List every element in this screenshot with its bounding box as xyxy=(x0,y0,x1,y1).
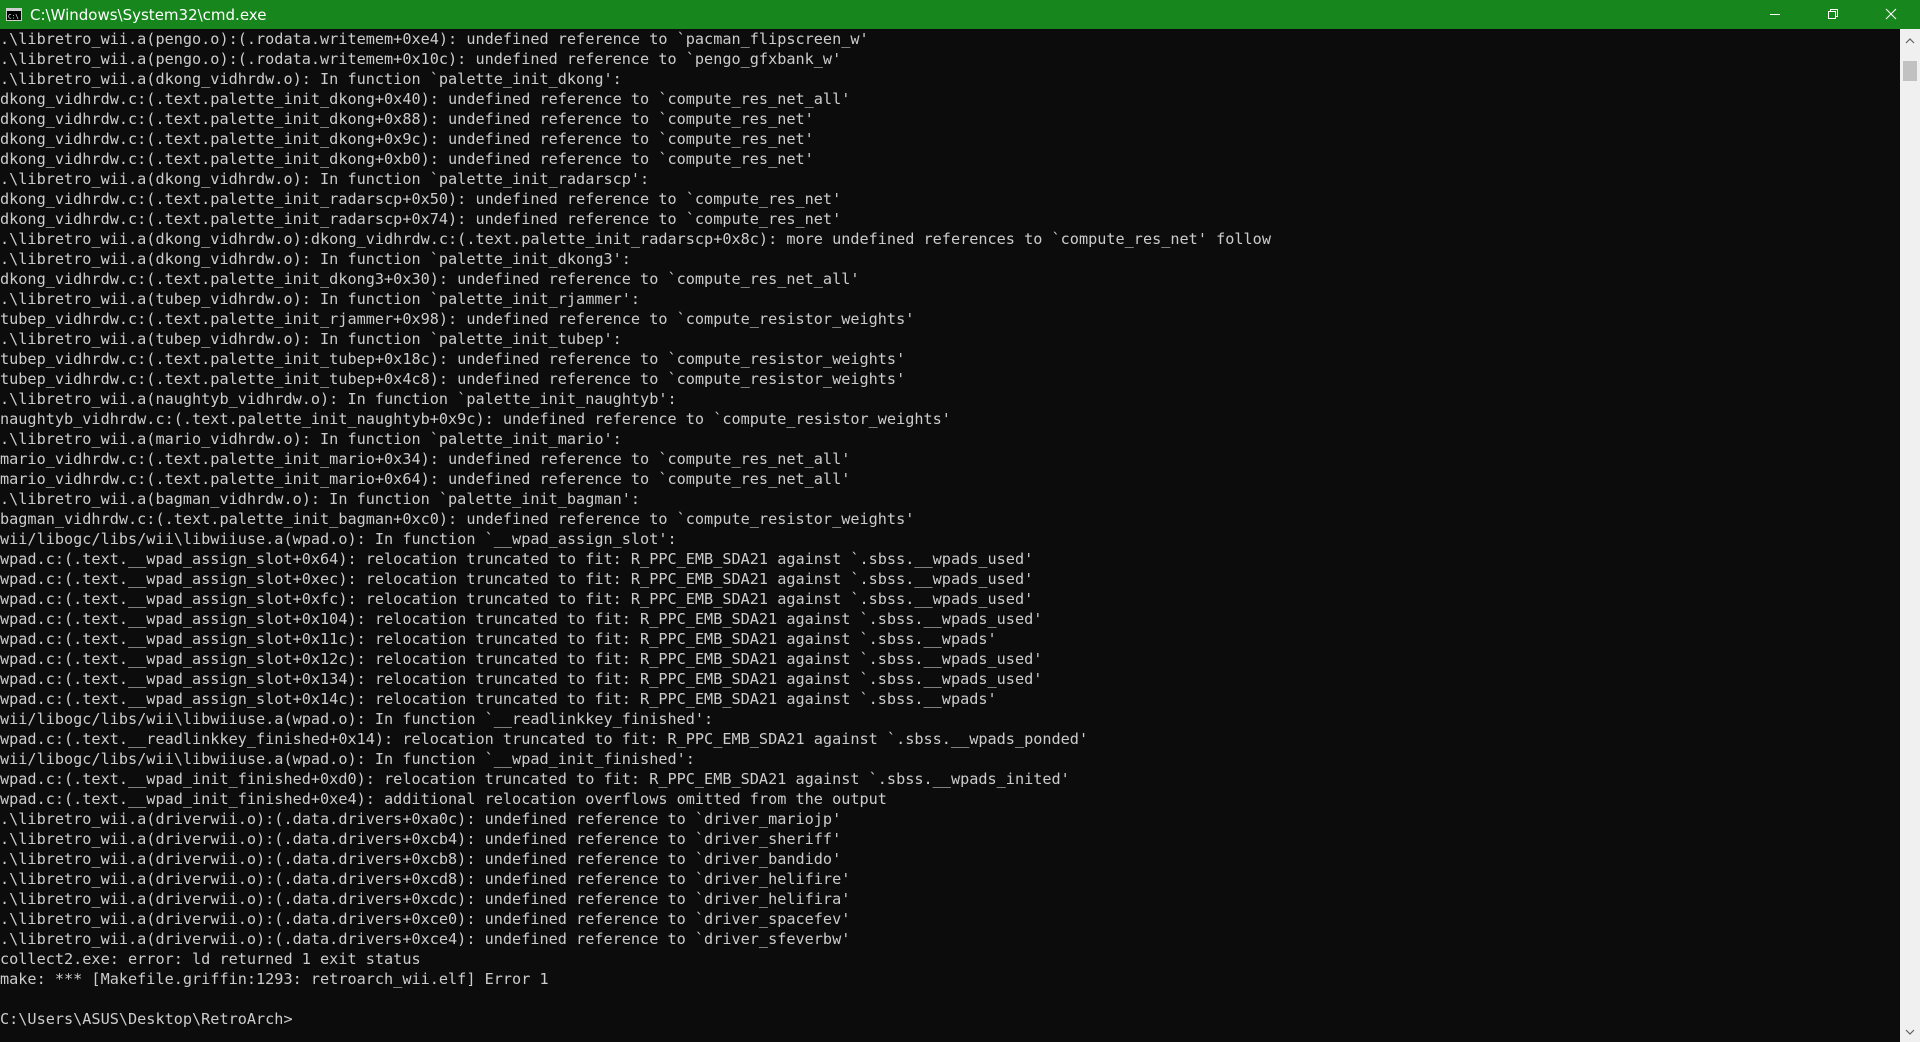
console-line: dkong_vidhrdw.c:(.text.palette_init_dkon… xyxy=(0,270,860,288)
console-line: .\libretro_wii.a(dkong_vidhrdw.o):dkong_… xyxy=(0,230,1271,248)
console-line: dkong_vidhrdw.c:(.text.palette_init_dkon… xyxy=(0,150,814,168)
close-button[interactable] xyxy=(1862,0,1920,29)
console-line: mario_vidhrdw.c:(.text.palette_init_mari… xyxy=(0,470,851,488)
console-line: .\libretro_wii.a(mario_vidhrdw.o): In fu… xyxy=(0,430,622,448)
title-bar[interactable]: C:\ C:\Windows\System32\cmd.exe xyxy=(0,0,1920,29)
console-line: wii/libogc/libs/wii\libwiiuse.a(wpad.o):… xyxy=(0,530,677,548)
minimize-icon xyxy=(1769,6,1781,24)
close-icon xyxy=(1885,6,1897,24)
scroll-thumb[interactable] xyxy=(1903,61,1917,81)
console-line: tubep_vidhrdw.c:(.text.palette_init_tube… xyxy=(0,370,906,388)
minimize-button[interactable] xyxy=(1746,0,1804,29)
console-output[interactable]: .\libretro_wii.a(pengo.o):(.rodata.write… xyxy=(0,29,1900,1042)
console-line: collect2.exe: error: ld returned 1 exit … xyxy=(0,950,421,968)
console-line: mario_vidhrdw.c:(.text.palette_init_mari… xyxy=(0,450,851,468)
cmd-window: C:\ C:\Windows\System32\cmd.exe .\libret… xyxy=(0,0,1920,1042)
scroll-up-button[interactable] xyxy=(1900,31,1920,49)
console-line: .\libretro_wii.a(driverwii.o):(.data.dri… xyxy=(0,930,851,948)
console-line: tubep_vidhrdw.c:(.text.palette_init_rjam… xyxy=(0,310,915,328)
maximize-button[interactable] xyxy=(1804,0,1862,29)
scroll-up-arrow-icon xyxy=(1905,31,1915,49)
console-line: make: *** [Makefile.griffin:1293: retroa… xyxy=(0,970,549,988)
window-controls xyxy=(1746,0,1920,29)
console-line: .\libretro_wii.a(pengo.o):(.rodata.write… xyxy=(0,30,869,48)
console-line: wii/libogc/libs/wii\libwiiuse.a(wpad.o):… xyxy=(0,750,695,768)
console-line: .\libretro_wii.a(driverwii.o):(.data.dri… xyxy=(0,850,842,868)
console-line: wpad.c:(.text.__wpad_assign_slot+0x14c):… xyxy=(0,690,997,708)
console-line: dkong_vidhrdw.c:(.text.palette_init_dkon… xyxy=(0,130,814,148)
cmd-icon: C:\ xyxy=(4,7,24,23)
console-line: .\libretro_wii.a(naughtyb_vidhrdw.o): In… xyxy=(0,390,677,408)
console-line: wpad.c:(.text.__wpad_assign_slot+0xfc): … xyxy=(0,590,1034,608)
console-line: tubep_vidhrdw.c:(.text.palette_init_tube… xyxy=(0,350,906,368)
console-line: dkong_vidhrdw.c:(.text.palette_init_dkon… xyxy=(0,90,851,108)
svg-text:C:\: C:\ xyxy=(8,14,19,21)
window-title: C:\Windows\System32\cmd.exe xyxy=(30,5,267,24)
console-line: .\libretro_wii.a(driverwii.o):(.data.dri… xyxy=(0,890,851,908)
console-line: wpad.c:(.text.__wpad_assign_slot+0xec): … xyxy=(0,570,1034,588)
console-line: dkong_vidhrdw.c:(.text.palette_init_rada… xyxy=(0,190,842,208)
console-line: wpad.c:(.text.__wpad_assign_slot+0x64): … xyxy=(0,550,1034,568)
console-line: wpad.c:(.text.__readlinkkey_finished+0x1… xyxy=(0,730,1089,748)
console-line: .\libretro_wii.a(bagman_vidhrdw.o): In f… xyxy=(0,490,641,508)
console-line: wii/libogc/libs/wii\libwiiuse.a(wpad.o):… xyxy=(0,710,714,728)
console-line: wpad.c:(.text.__wpad_assign_slot+0x11c):… xyxy=(0,630,997,648)
console-line: .\libretro_wii.a(tubep_vidhrdw.o): In fu… xyxy=(0,330,622,348)
console-line: wpad.c:(.text.__wpad_assign_slot+0x134):… xyxy=(0,670,1043,688)
console-line: .\libretro_wii.a(dkong_vidhrdw.o): In fu… xyxy=(0,170,650,188)
console-line: .\libretro_wii.a(driverwii.o):(.data.dri… xyxy=(0,830,842,848)
console-line: .\libretro_wii.a(driverwii.o):(.data.dri… xyxy=(0,870,851,888)
console-line: dkong_vidhrdw.c:(.text.palette_init_rada… xyxy=(0,210,842,228)
console-line: wpad.c:(.text.__wpad_init_finished+0xe4)… xyxy=(0,790,887,808)
console-line: .\libretro_wii.a(pengo.o):(.rodata.write… xyxy=(0,50,842,68)
console-line: bagman_vidhrdw.c:(.text.palette_init_bag… xyxy=(0,510,915,528)
console-line: .\libretro_wii.a(dkong_vidhrdw.o): In fu… xyxy=(0,250,631,268)
command-prompt: C:\Users\ASUS\Desktop\RetroArch> xyxy=(0,1010,293,1028)
console-line: wpad.c:(.text.__wpad_assign_slot+0x12c):… xyxy=(0,650,1043,668)
restore-icon xyxy=(1827,6,1839,24)
scroll-down-button[interactable] xyxy=(1900,1022,1920,1040)
console-line: .\libretro_wii.a(tubep_vidhrdw.o): In fu… xyxy=(0,290,641,308)
console-line: .\libretro_wii.a(driverwii.o):(.data.dri… xyxy=(0,810,842,828)
console-line: naughtyb_vidhrdw.c:(.text.palette_init_n… xyxy=(0,410,951,428)
vertical-scrollbar[interactable] xyxy=(1900,29,1920,1042)
console-line: dkong_vidhrdw.c:(.text.palette_init_dkon… xyxy=(0,110,814,128)
console-line: .\libretro_wii.a(dkong_vidhrdw.o): In fu… xyxy=(0,70,622,88)
console-line: wpad.c:(.text.__wpad_assign_slot+0x104):… xyxy=(0,610,1043,628)
console-line: wpad.c:(.text.__wpad_init_finished+0xd0)… xyxy=(0,770,1070,788)
console-line: .\libretro_wii.a(driverwii.o):(.data.dri… xyxy=(0,910,851,928)
scroll-down-arrow-icon xyxy=(1905,1022,1915,1040)
